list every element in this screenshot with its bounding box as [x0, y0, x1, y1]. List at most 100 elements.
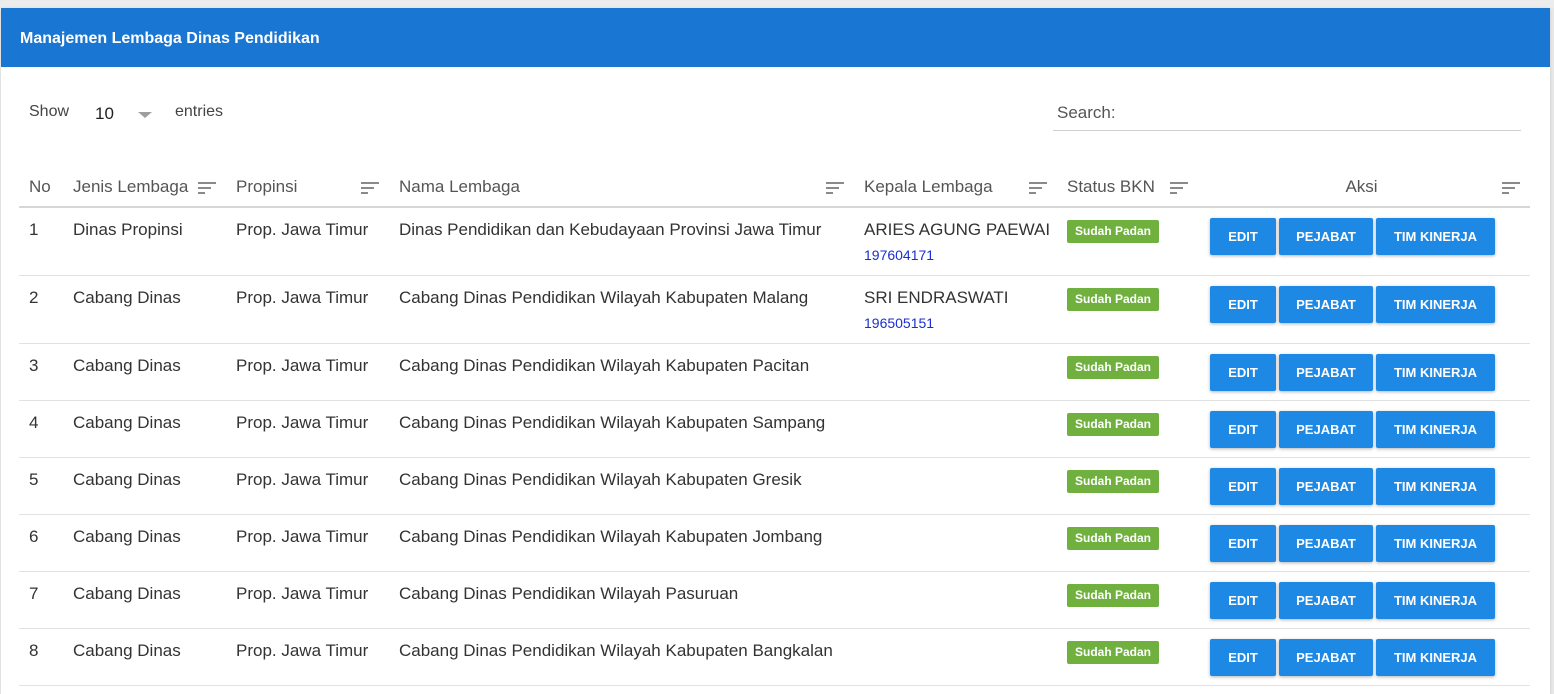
- cell-kepala-lembaga: [854, 343, 1057, 401]
- window-top-strip: [0, 0, 1554, 8]
- cell-status-bkn: Sudah Padan: [1057, 207, 1183, 276]
- pejabat-button[interactable]: PEJABAT: [1279, 638, 1373, 676]
- tim-kinerja-button[interactable]: TIM KINERJA: [1376, 581, 1495, 619]
- edit-button[interactable]: EDIT: [1210, 524, 1276, 562]
- cell-jenis-lembaga: Cabang Dinas: [63, 275, 226, 344]
- cell-propinsi: Prop. Jawa Timur: [226, 275, 389, 344]
- cell-status-bkn: Sudah Padan: [1057, 514, 1183, 572]
- cell-nama-lembaga: Cabang Dinas Pendidikan Wilayah Kabupate…: [389, 343, 854, 401]
- cell-nama-lembaga: Dinas Pendidikan dan Kebudayaan Provinsi…: [389, 207, 854, 276]
- cell-aksi: EDIT PEJABAT TIM KINERJA: [1183, 571, 1530, 629]
- sort-icon[interactable]: [361, 182, 379, 194]
- sort-icon[interactable]: [1502, 182, 1520, 194]
- cell-kepala-lembaga: [854, 628, 1057, 686]
- status-badge: Sudah Padan: [1067, 469, 1160, 493]
- search-input[interactable]: [1123, 101, 1513, 129]
- cell-aksi: EDIT PEJABAT TIM KINERJA: [1183, 514, 1530, 572]
- table-row: 3 Cabang Dinas Prop. Jawa Timur Cabang D…: [19, 343, 1530, 401]
- edit-button[interactable]: EDIT: [1210, 410, 1276, 448]
- cell-propinsi: Prop. Jawa Timur: [226, 514, 389, 572]
- cell-no: 5: [19, 457, 63, 515]
- column-header-jenis-lembaga[interactable]: Jenis Lembaga: [63, 167, 226, 208]
- cell-no: 7: [19, 571, 63, 629]
- cell-no: 8: [19, 628, 63, 686]
- sort-icon[interactable]: [826, 182, 844, 194]
- column-header-nama-lembaga[interactable]: Nama Lembaga: [389, 167, 854, 208]
- table-header-row: No Jenis Lembaga Propinsi Nama Lembaga K…: [19, 167, 1530, 208]
- cell-aksi: EDIT PEJABAT TIM KINERJA: [1183, 343, 1530, 401]
- page-title: Manajemen Lembaga Dinas Pendidikan: [20, 30, 320, 47]
- pejabat-button[interactable]: PEJABAT: [1279, 581, 1373, 619]
- table-controls: Show 10 entries Search:: [1, 67, 1550, 147]
- cell-nama-lembaga: Cabang Dinas Pendidikan Wilayah Kabupate…: [389, 457, 854, 515]
- cell-propinsi: Prop. Jawa Timur: [226, 343, 389, 401]
- cell-no: 2: [19, 275, 63, 344]
- sort-icon[interactable]: [198, 182, 216, 194]
- status-badge: Sudah Padan: [1067, 287, 1160, 311]
- edit-button[interactable]: EDIT: [1210, 285, 1276, 323]
- edit-button[interactable]: EDIT: [1210, 581, 1276, 619]
- table-row: 1 Dinas Propinsi Prop. Jawa Timur Dinas …: [19, 207, 1530, 276]
- cell-status-bkn: Sudah Padan: [1057, 275, 1183, 344]
- cell-status-bkn: Sudah Padan: [1057, 457, 1183, 515]
- pejabat-button[interactable]: PEJABAT: [1279, 524, 1373, 562]
- status-badge: Sudah Padan: [1067, 583, 1160, 607]
- tim-kinerja-button[interactable]: TIM KINERJA: [1376, 285, 1495, 323]
- cell-jenis-lembaga: Cabang Dinas: [63, 514, 226, 572]
- tim-kinerja-button[interactable]: TIM KINERJA: [1376, 353, 1495, 391]
- tim-kinerja-button[interactable]: TIM KINERJA: [1376, 218, 1495, 255]
- status-badge: Sudah Padan: [1067, 526, 1160, 550]
- cell-nama-lembaga: Cabang Dinas Pendidikan Wilayah Kabupate…: [389, 400, 854, 458]
- tim-kinerja-button[interactable]: TIM KINERJA: [1376, 410, 1495, 448]
- edit-button[interactable]: EDIT: [1210, 638, 1276, 676]
- edit-button[interactable]: EDIT: [1210, 353, 1276, 391]
- cell-kepala-lembaga: ARIES AGUNG PAEWAI 197604171: [854, 207, 1057, 276]
- cell-kepala-lembaga: [854, 514, 1057, 572]
- column-header-no[interactable]: No: [19, 167, 63, 208]
- cell-jenis-lembaga: Cabang Dinas: [63, 457, 226, 515]
- status-badge: Sudah Padan: [1067, 220, 1160, 243]
- page-scrollbar-track[interactable]: [1550, 8, 1554, 694]
- cell-aksi: EDIT PEJABAT TIM KINERJA: [1183, 207, 1530, 276]
- cell-aksi: EDIT PEJABAT TIM KINERJA: [1183, 400, 1530, 458]
- tim-kinerja-button[interactable]: TIM KINERJA: [1376, 638, 1495, 676]
- cell-no: 1: [19, 207, 63, 276]
- status-badge: Sudah Padan: [1067, 640, 1160, 664]
- cell-status-bkn: Sudah Padan: [1057, 571, 1183, 629]
- kepala-name: SRI ENDRASWATI: [864, 287, 1009, 307]
- pejabat-button[interactable]: PEJABAT: [1279, 467, 1373, 505]
- cell-status-bkn: Sudah Padan: [1057, 343, 1183, 401]
- table-row: 7 Cabang Dinas Prop. Jawa Timur Cabang D…: [19, 571, 1530, 629]
- cell-aksi: EDIT PEJABAT TIM KINERJA: [1183, 275, 1530, 344]
- edit-button[interactable]: EDIT: [1210, 218, 1276, 255]
- pejabat-button[interactable]: PEJABAT: [1279, 285, 1373, 323]
- cell-no: 4: [19, 400, 63, 458]
- tim-kinerja-button[interactable]: TIM KINERJA: [1376, 524, 1495, 562]
- column-header-kepala-lembaga[interactable]: Kepala Lembaga: [854, 167, 1057, 208]
- entries-length-select[interactable]: 10: [93, 101, 155, 127]
- cell-propinsi: Prop. Jawa Timur: [226, 628, 389, 686]
- pejabat-button[interactable]: PEJABAT: [1279, 410, 1373, 448]
- cell-no: 6: [19, 514, 63, 572]
- column-header-status-bkn[interactable]: Status BKN: [1057, 167, 1188, 208]
- show-label: Show: [29, 103, 70, 120]
- sort-icon[interactable]: [1029, 182, 1047, 194]
- cell-no: 3: [19, 343, 63, 401]
- search-label: Search:: [1057, 103, 1116, 122]
- edit-button[interactable]: EDIT: [1210, 467, 1276, 505]
- pejabat-button[interactable]: PEJABAT: [1279, 218, 1373, 255]
- tim-kinerja-button[interactable]: TIM KINERJA: [1376, 467, 1495, 505]
- entries-length-value: 10: [95, 104, 114, 123]
- status-badge: Sudah Padan: [1067, 412, 1160, 436]
- pejabat-button[interactable]: PEJABAT: [1279, 353, 1373, 391]
- kepala-nip: 196505151: [864, 314, 935, 331]
- kepala-nip: 197604171: [864, 247, 935, 263]
- column-header-propinsi[interactable]: Propinsi: [226, 167, 389, 208]
- table-row: 5 Cabang Dinas Prop. Jawa Timur Cabang D…: [19, 457, 1530, 515]
- column-header-aksi[interactable]: Aksi: [1183, 167, 1530, 208]
- cell-aksi: EDIT PEJABAT TIM KINERJA: [1183, 457, 1530, 515]
- cell-nama-lembaga: Cabang Dinas Pendidikan Wilayah Kabupate…: [389, 514, 854, 572]
- status-badge: Sudah Padan: [1067, 355, 1160, 379]
- card-header: Manajemen Lembaga Dinas Pendidikan: [1, 8, 1550, 67]
- cell-nama-lembaga: Cabang Dinas Pendidikan Wilayah Kabupate…: [389, 628, 854, 686]
